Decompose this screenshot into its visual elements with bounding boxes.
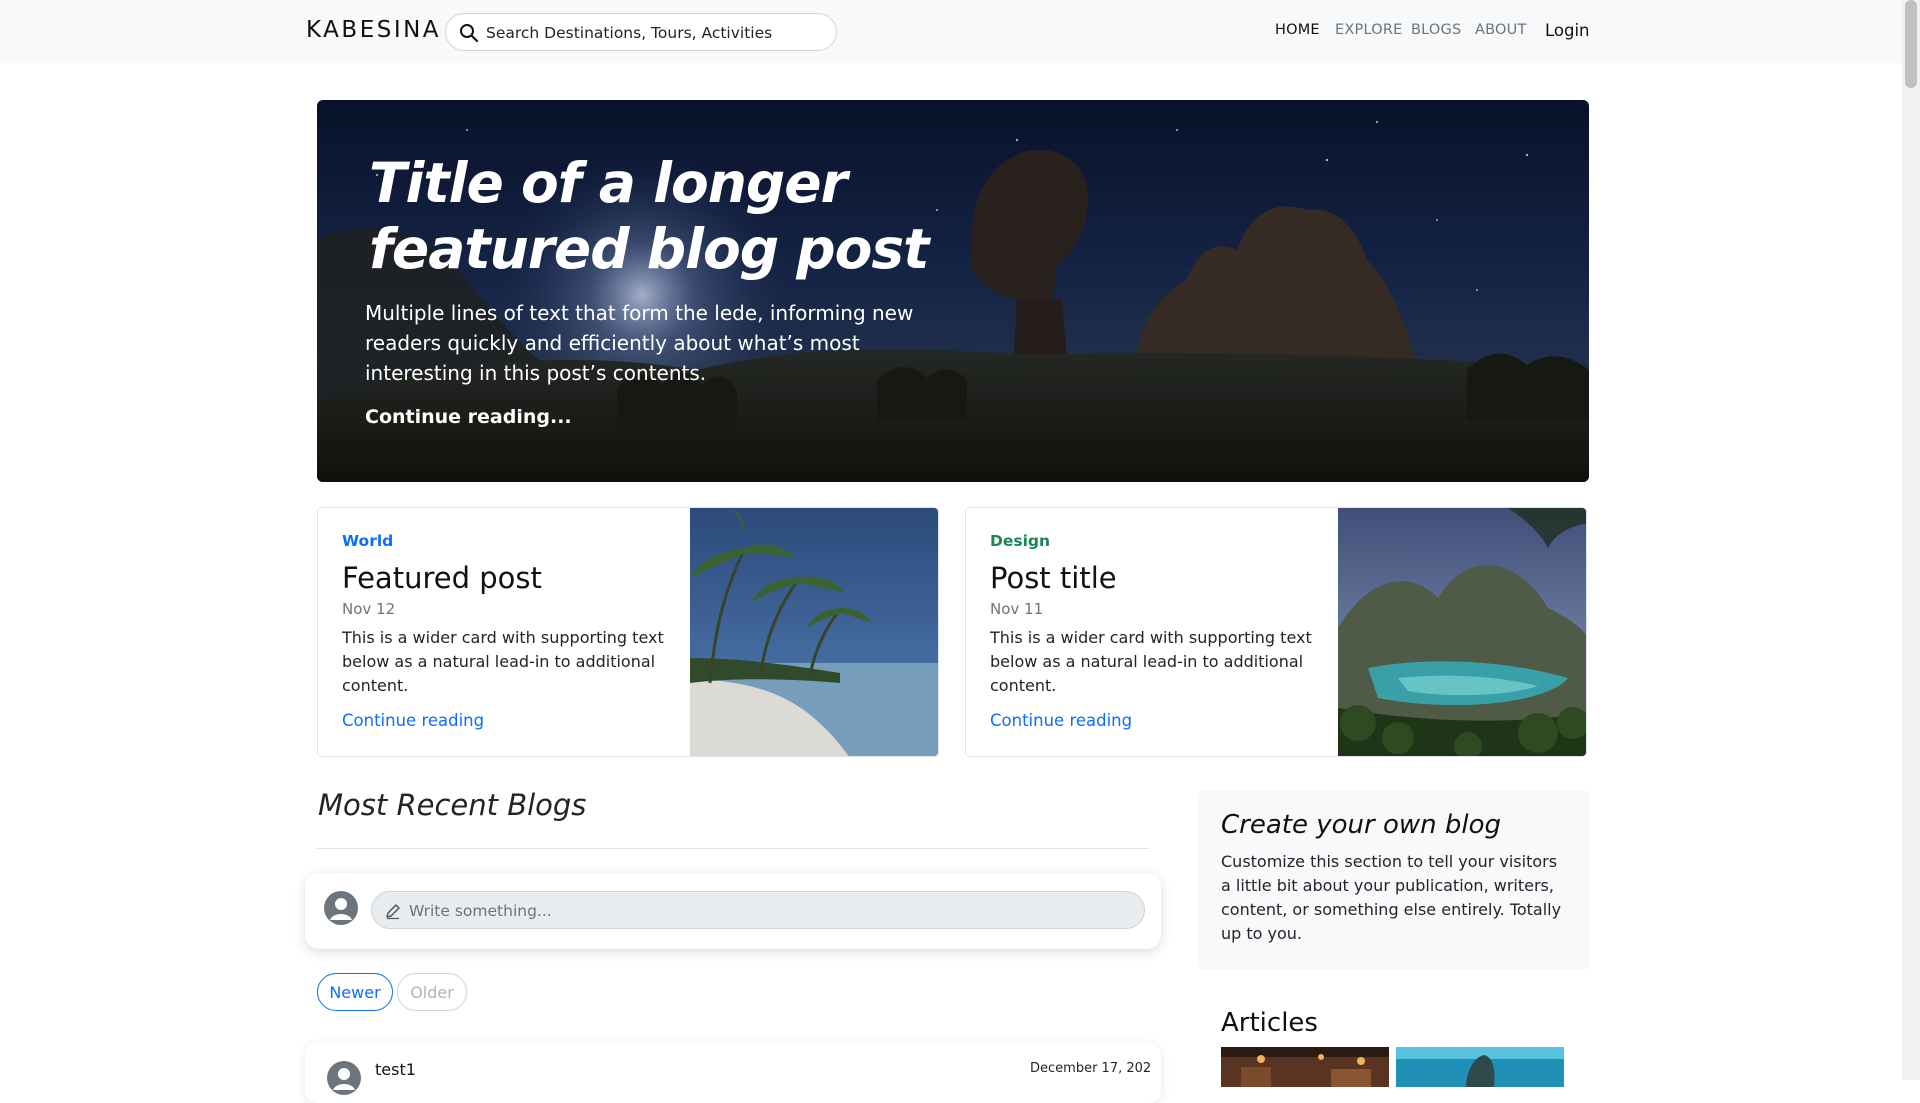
hero-banner: Title of a longer featured blog post Mul… <box>317 100 1589 482</box>
card-category: Design <box>990 532 1051 550</box>
card-continue-reading-link[interactable]: Continue reading <box>990 711 1132 730</box>
write-something-box[interactable] <box>371 891 1145 929</box>
about-text: Customize this section to tell your visi… <box>1221 852 1562 943</box>
hero-lede: Multiple lines of text that form the led… <box>365 301 914 385</box>
recent-blogs-heading: Most Recent Blogs <box>318 788 587 822</box>
post-composer <box>305 873 1161 949</box>
write-something-input[interactable] <box>409 900 1109 922</box>
card-text: This is a wider card with supporting tex… <box>342 628 664 695</box>
card-date: Nov 12 <box>342 600 396 618</box>
scrollbar-track[interactable] <box>1902 0 1920 1080</box>
card-date: Nov 11 <box>990 600 1044 618</box>
user-avatar-icon <box>324 891 358 925</box>
card-title: Post title <box>990 561 1117 595</box>
newer-button[interactable]: Newer <box>317 973 393 1011</box>
card-category: World <box>342 532 394 550</box>
about-box: Create your own blog Customize this sect… <box>1197 790 1589 970</box>
lagoon-cliffs-image <box>1338 508 1586 756</box>
top-navbar: KABESINA HOME EXPLORE BLOGS ABOUT Login <box>0 0 1902 63</box>
article-thumbnail[interactable] <box>1396 1047 1564 1087</box>
article-thumbnail[interactable] <box>1221 1047 1389 1087</box>
user-avatar-icon <box>327 1061 361 1095</box>
post-date: December 17, 202 <box>1030 1061 1150 1076</box>
pencil-icon <box>386 904 400 920</box>
articles-heading: Articles <box>1221 1008 1318 1038</box>
card-title: Featured post <box>342 561 542 595</box>
login-link[interactable]: Login <box>1545 21 1590 40</box>
about-heading: Create your own blog <box>1221 810 1502 840</box>
divider <box>317 848 1149 849</box>
nav-home[interactable]: HOME <box>1275 22 1320 38</box>
beach-palm-image <box>690 508 938 756</box>
scrollbar-thumb[interactable] <box>1905 0 1917 88</box>
blog-post-item[interactable]: test1 December 17, 202 <box>305 1043 1161 1103</box>
nav-explore[interactable]: EXPLORE <box>1335 22 1402 38</box>
post-author: test1 <box>375 1060 416 1079</box>
brand-logo[interactable]: KABESINA <box>306 17 441 43</box>
hero-continue-reading-link[interactable]: Continue reading... <box>365 406 572 428</box>
hero-title: Title of a longer featured blog post <box>369 151 929 281</box>
search-input[interactable] <box>486 22 826 44</box>
search-box[interactable] <box>445 13 837 51</box>
older-button[interactable]: Older <box>397 973 467 1011</box>
featured-card-design: Design Post title Nov 11 This is a wider… <box>965 507 1587 757</box>
card-continue-reading-link[interactable]: Continue reading <box>342 711 484 730</box>
featured-card-world: World Featured post Nov 12 This is a wid… <box>317 507 939 757</box>
nav-about[interactable]: ABOUT <box>1475 22 1527 38</box>
card-text: This is a wider card with supporting tex… <box>990 628 1312 695</box>
search-icon <box>460 24 479 43</box>
nav-blogs[interactable]: BLOGS <box>1411 22 1461 38</box>
